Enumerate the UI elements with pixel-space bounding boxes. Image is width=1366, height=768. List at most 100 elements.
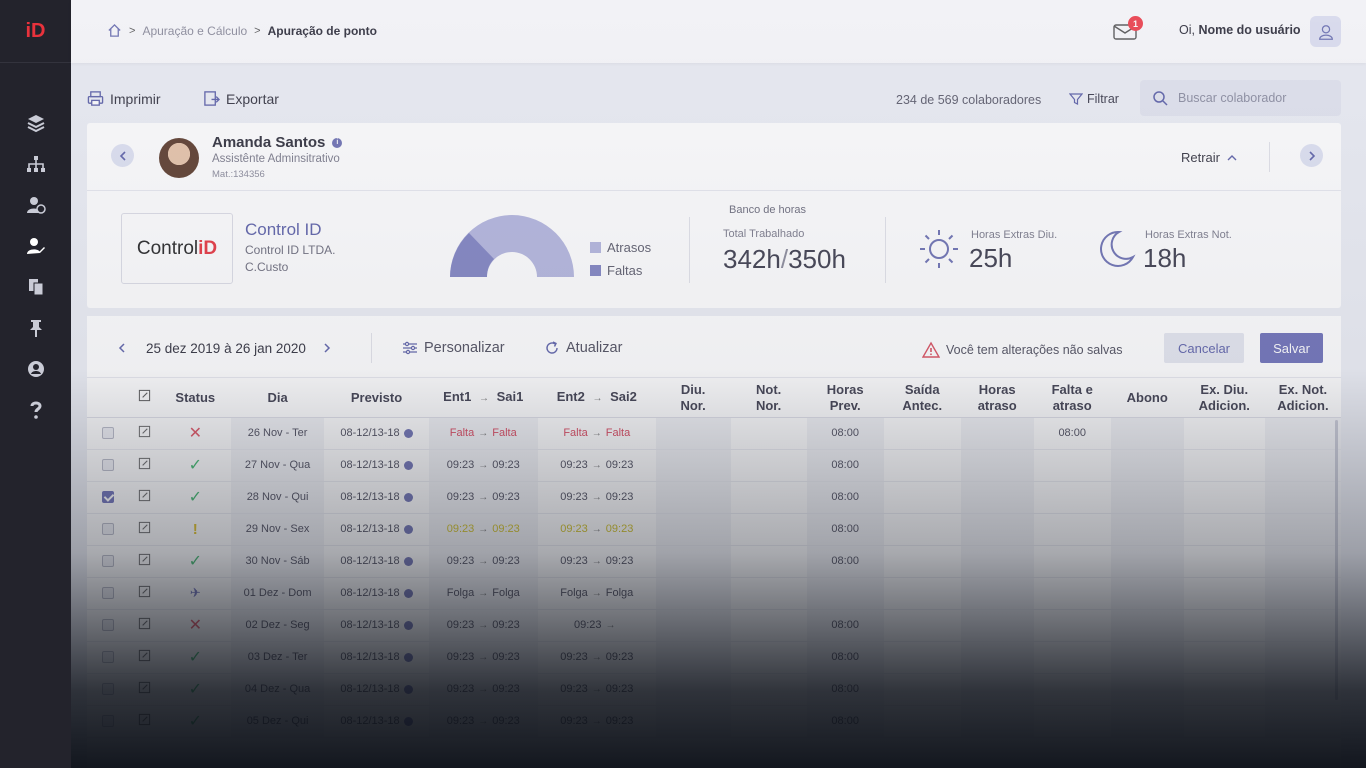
- sidebar-item-help[interactable]: [0, 389, 71, 430]
- cell-select[interactable]: [87, 673, 129, 706]
- cell-ent2-sai2[interactable]: 09:23 → 09:23: [537, 641, 656, 674]
- refresh-button[interactable]: Atualizar: [544, 340, 622, 356]
- column-header-ex-not[interactable]: Ex. Not. Adicion.: [1264, 379, 1341, 418]
- cell-abono[interactable]: [1110, 513, 1184, 546]
- info-icon[interactable]: [403, 620, 413, 630]
- cell-edit[interactable]: [128, 417, 160, 450]
- info-icon[interactable]: [403, 492, 413, 502]
- cell-ent2-sai2[interactable]: 09:23 → 09:23: [537, 705, 656, 738]
- info-icon[interactable]: [403, 588, 413, 598]
- table-row[interactable]: ✕ 26 Nov - Ter 08-12/13-18 Falta → Falta Falta…: [87, 417, 1341, 450]
- breadcrumb-parent[interactable]: Apuração e Cálculo: [142, 24, 247, 38]
- cell-select[interactable]: [87, 609, 129, 642]
- sidebar-item-documents[interactable]: [0, 266, 71, 307]
- row-checkbox[interactable]: [101, 651, 114, 664]
- column-header-status[interactable]: Status: [159, 379, 231, 418]
- edit-icon[interactable]: [138, 425, 151, 438]
- info-icon[interactable]: [403, 428, 413, 438]
- cell-ent1-sai1[interactable]: 09:23 → 09:23: [428, 481, 538, 514]
- column-header-ent2-sai2[interactable]: Ent2 → Sai2: [537, 379, 656, 418]
- edit-icon[interactable]: [138, 489, 151, 502]
- cell-ent2-sai2[interactable]: Folga → Folga: [537, 577, 656, 610]
- edit-icon[interactable]: [138, 457, 151, 470]
- info-icon[interactable]: i: [332, 137, 343, 148]
- export-button[interactable]: Exportar: [203, 90, 279, 107]
- cell-edit[interactable]: [128, 705, 160, 738]
- cell-ent1-sai1[interactable]: 09:23 → 09:23: [428, 673, 538, 706]
- info-icon[interactable]: [403, 524, 413, 534]
- cell-select[interactable]: [87, 705, 129, 738]
- column-header-abono[interactable]: Abono: [1110, 379, 1184, 418]
- cell-ent1-sai1[interactable]: 09:23 → 09:23: [428, 609, 538, 642]
- previous-period-icon[interactable]: [116, 342, 128, 354]
- cell-abono[interactable]: [1110, 545, 1184, 578]
- cell-abono[interactable]: [1110, 641, 1184, 674]
- row-checkbox[interactable]: [101, 427, 114, 440]
- row-checkbox[interactable]: [101, 523, 114, 536]
- cell-ent1-sai1[interactable]: 09:23 → 09:23: [428, 449, 538, 482]
- row-checkbox[interactable]: [101, 459, 114, 472]
- cell-ent2-sai2[interactable]: 09:23 → 09:23: [537, 673, 656, 706]
- sidebar-item-org[interactable]: [0, 143, 71, 184]
- table-row[interactable]: ✕ 02 Dez - Seg 08-12/13-18 09:23 → 09:23 09:23…: [87, 609, 1341, 642]
- user-avatar-button[interactable]: [1310, 16, 1341, 47]
- info-icon[interactable]: [403, 716, 413, 726]
- filter-button[interactable]: Filtrar: [1069, 92, 1119, 106]
- home-icon[interactable]: [107, 23, 122, 38]
- cell-ent1-sai1[interactable]: 09:23 → 09:23: [428, 513, 538, 546]
- column-header-previsto[interactable]: Previsto: [324, 379, 429, 418]
- sidebar-item-pin[interactable]: [0, 307, 71, 348]
- column-header-horas-atraso[interactable]: Horas atraso: [960, 379, 1034, 418]
- next-period-icon[interactable]: [321, 342, 333, 354]
- cell-ent1-sai1[interactable]: 09:23 → 09:23: [428, 545, 538, 578]
- cell-edit[interactable]: [128, 641, 160, 674]
- row-checkbox[interactable]: [101, 555, 114, 568]
- table-row[interactable]: ! 29 Nov - Sex 08-12/13-18 09:23 → 09:23 09:23…: [87, 513, 1341, 546]
- cell-ent2-sai2[interactable]: 09:23 → 09:23: [537, 481, 656, 514]
- sidebar-item-user-clock[interactable]: [0, 184, 71, 225]
- cell-select[interactable]: [87, 513, 129, 546]
- cell-ent2-sai2[interactable]: 09:23 → 09:23: [537, 449, 656, 482]
- cell-edit[interactable]: [128, 609, 160, 642]
- cell-select[interactable]: [87, 577, 129, 610]
- cell-ent1-sai1[interactable]: 09:23 → 09:23: [428, 641, 538, 674]
- cell-select[interactable]: [87, 417, 129, 450]
- cell-edit[interactable]: [128, 481, 160, 514]
- cell-edit[interactable]: [128, 673, 160, 706]
- column-header-horas-prev[interactable]: Horas Prev.: [806, 379, 884, 418]
- previous-employee-button[interactable]: [111, 144, 134, 167]
- edit-icon[interactable]: [138, 553, 151, 566]
- column-header-ent1-sai1[interactable]: Ent1 → Sai1: [428, 379, 538, 418]
- cell-abono[interactable]: [1110, 673, 1184, 706]
- column-header-diu-nor[interactable]: Diu. Nor.: [655, 379, 731, 418]
- info-icon[interactable]: [403, 556, 413, 566]
- cell-select[interactable]: [87, 481, 129, 514]
- table-row[interactable]: ✓ 30 Nov - Sáb 08-12/13-18 09:23 → 09:23 09:23…: [87, 545, 1341, 578]
- collapse-button[interactable]: Retrair: [1181, 150, 1238, 165]
- column-header-falta-atraso[interactable]: Falta e atraso: [1033, 379, 1111, 418]
- row-checkbox[interactable]: [101, 619, 114, 632]
- cell-select[interactable]: [87, 449, 129, 482]
- edit-icon[interactable]: [138, 713, 151, 726]
- cell-ent1-sai1[interactable]: Falta → Falta: [428, 417, 538, 450]
- cell-select[interactable]: [87, 545, 129, 578]
- edit-icon[interactable]: [138, 521, 151, 534]
- cell-edit[interactable]: [128, 577, 160, 610]
- edit-icon[interactable]: [138, 681, 151, 694]
- table-row[interactable]: ✈ 01 Dez - Dom 08-12/13-18 Folga → Folga Folga…: [87, 577, 1341, 610]
- table-row[interactable]: ✓ 04 Dez - Qua 08-12/13-18 09:23 → 09:23 09:23…: [87, 673, 1341, 706]
- cell-ent1-sai1[interactable]: Folga → Folga: [428, 577, 538, 610]
- edit-icon[interactable]: [138, 585, 151, 598]
- table-row[interactable]: ✓ 03 Dez - Ter 08-12/13-18 09:23 → 09:23 09:23…: [87, 641, 1341, 674]
- next-employee-button[interactable]: [1300, 144, 1323, 167]
- row-checkbox[interactable]: [101, 491, 114, 504]
- table-row[interactable]: ✓ 27 Nov - Qua 08-12/13-18 09:23 → 09:23 09:23…: [87, 449, 1341, 482]
- cell-abono[interactable]: [1110, 481, 1184, 514]
- cell-edit[interactable]: [128, 513, 160, 546]
- info-icon[interactable]: [403, 684, 413, 694]
- column-header-ex-diu[interactable]: Ex. Diu. Adicion.: [1183, 379, 1265, 418]
- sidebar-item-user-edit[interactable]: [0, 225, 71, 266]
- edit-icon[interactable]: [138, 617, 151, 630]
- table-scrollbar[interactable]: [1335, 420, 1338, 700]
- info-icon[interactable]: [403, 460, 413, 470]
